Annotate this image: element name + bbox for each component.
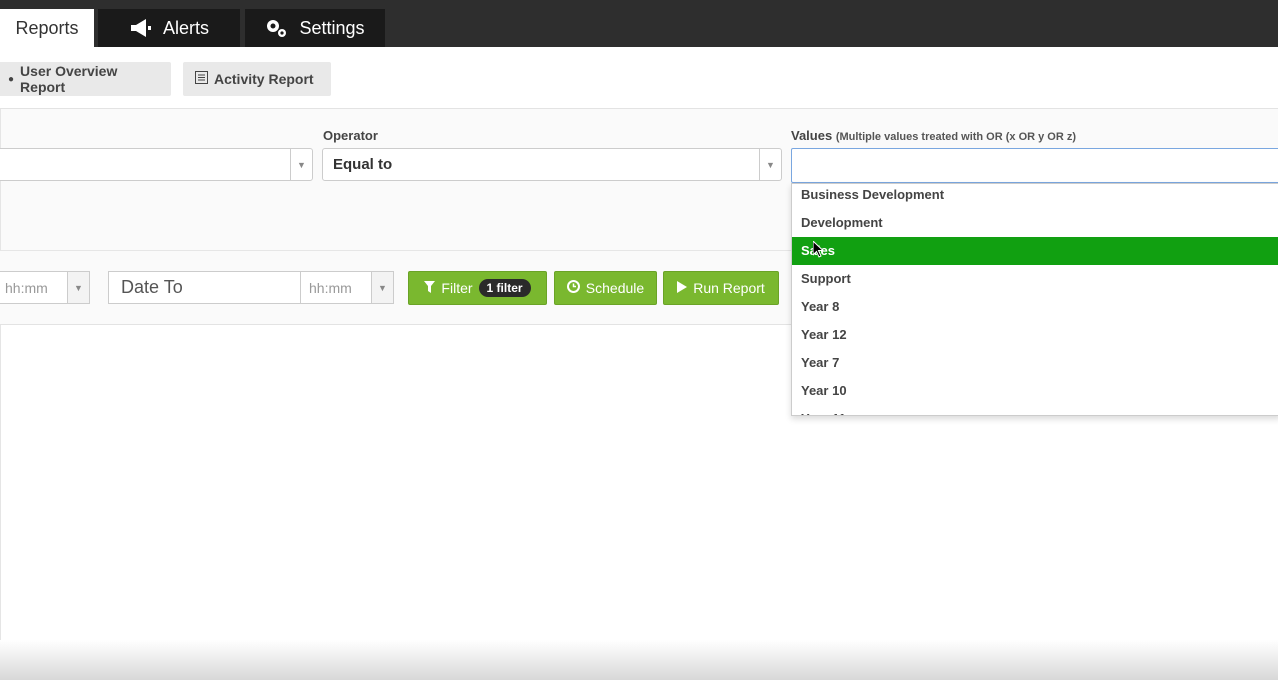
operator-label: Operator xyxy=(323,128,378,143)
chevron-down-icon: ▼ xyxy=(67,272,89,303)
tab-settings[interactable]: Settings xyxy=(245,9,385,47)
mouse-pointer-icon xyxy=(812,239,825,259)
schedule-button-label: Schedule xyxy=(585,280,645,296)
top-navigation: Reports Alerts Settings xyxy=(0,0,1278,47)
field-select[interactable]: ▼ xyxy=(0,148,313,181)
gears-icon xyxy=(265,17,289,39)
tab-reports[interactable]: Reports xyxy=(0,9,94,47)
dropdown-option[interactable]: Year 7 xyxy=(792,349,1278,377)
values-dropdown-list: Business Development Development Sales S… xyxy=(791,183,1278,416)
tab-reports-label: Reports xyxy=(15,17,79,38)
report-subnav: ● User Overview Report Activity Report xyxy=(0,47,1278,109)
time-to-placeholder: hh:mm xyxy=(309,279,352,296)
user-icon: ● xyxy=(8,73,15,85)
list-icon xyxy=(195,71,208,87)
user-overview-report-label: User Overview Report xyxy=(20,63,118,95)
filter-count-badge: 1 filter xyxy=(478,279,531,297)
left-edge xyxy=(0,109,1,649)
bottom-fade xyxy=(0,640,1278,680)
tab-alerts-label: Alerts xyxy=(162,17,209,38)
time-from-input[interactable]: hh:mm ▼ xyxy=(0,271,90,304)
chevron-down-icon: ▼ xyxy=(759,149,781,180)
funnel-icon xyxy=(424,280,436,296)
clock-icon xyxy=(566,280,580,296)
play-icon xyxy=(677,280,688,296)
user-overview-report-button[interactable]: ● User Overview Report xyxy=(0,62,171,96)
values-label: Values (Multiple values treated with OR … xyxy=(791,128,1076,143)
chevron-down-icon: ▼ xyxy=(290,149,312,180)
dropdown-option[interactable]: Year 12 xyxy=(792,321,1278,349)
run-report-button[interactable]: Run Report xyxy=(663,271,779,305)
tab-settings-label: Settings xyxy=(299,17,365,38)
dropdown-option[interactable]: Support xyxy=(792,265,1278,293)
chevron-down-icon: ▼ xyxy=(371,272,393,303)
time-from-placeholder: hh:mm xyxy=(5,279,48,296)
time-to-input[interactable]: hh:mm ▼ xyxy=(300,271,394,304)
date-to-input[interactable]: Date To xyxy=(108,271,301,304)
operator-select[interactable]: Equal to ▼ xyxy=(322,148,782,181)
activity-report-label: Activity Report xyxy=(214,71,314,87)
filter-button[interactable]: Filter 1 filter xyxy=(408,271,547,305)
dropdown-option[interactable]: Year 8 xyxy=(792,293,1278,321)
dropdown-option-highlighted[interactable]: Sales xyxy=(792,237,1278,265)
dropdown-option[interactable]: Business Development xyxy=(792,184,1278,209)
date-to-placeholder: Date To xyxy=(121,277,183,297)
values-input[interactable] xyxy=(791,148,1278,183)
run-report-button-label: Run Report xyxy=(693,280,765,296)
megaphone-icon xyxy=(129,17,153,39)
filter-button-label: Filter xyxy=(441,280,473,296)
values-label-text: Values xyxy=(791,128,833,143)
schedule-button[interactable]: Schedule xyxy=(554,271,657,305)
tab-alerts[interactable]: Alerts xyxy=(98,9,240,47)
dropdown-option[interactable]: Year 11 xyxy=(792,405,1278,415)
activity-report-button[interactable]: Activity Report xyxy=(183,62,331,96)
dropdown-option[interactable]: Year 10 xyxy=(792,377,1278,405)
dropdown-option[interactable]: Development xyxy=(792,209,1278,237)
values-hint: (Multiple values treated with OR (x OR y… xyxy=(835,131,1077,143)
operator-value: Equal to xyxy=(333,156,393,173)
